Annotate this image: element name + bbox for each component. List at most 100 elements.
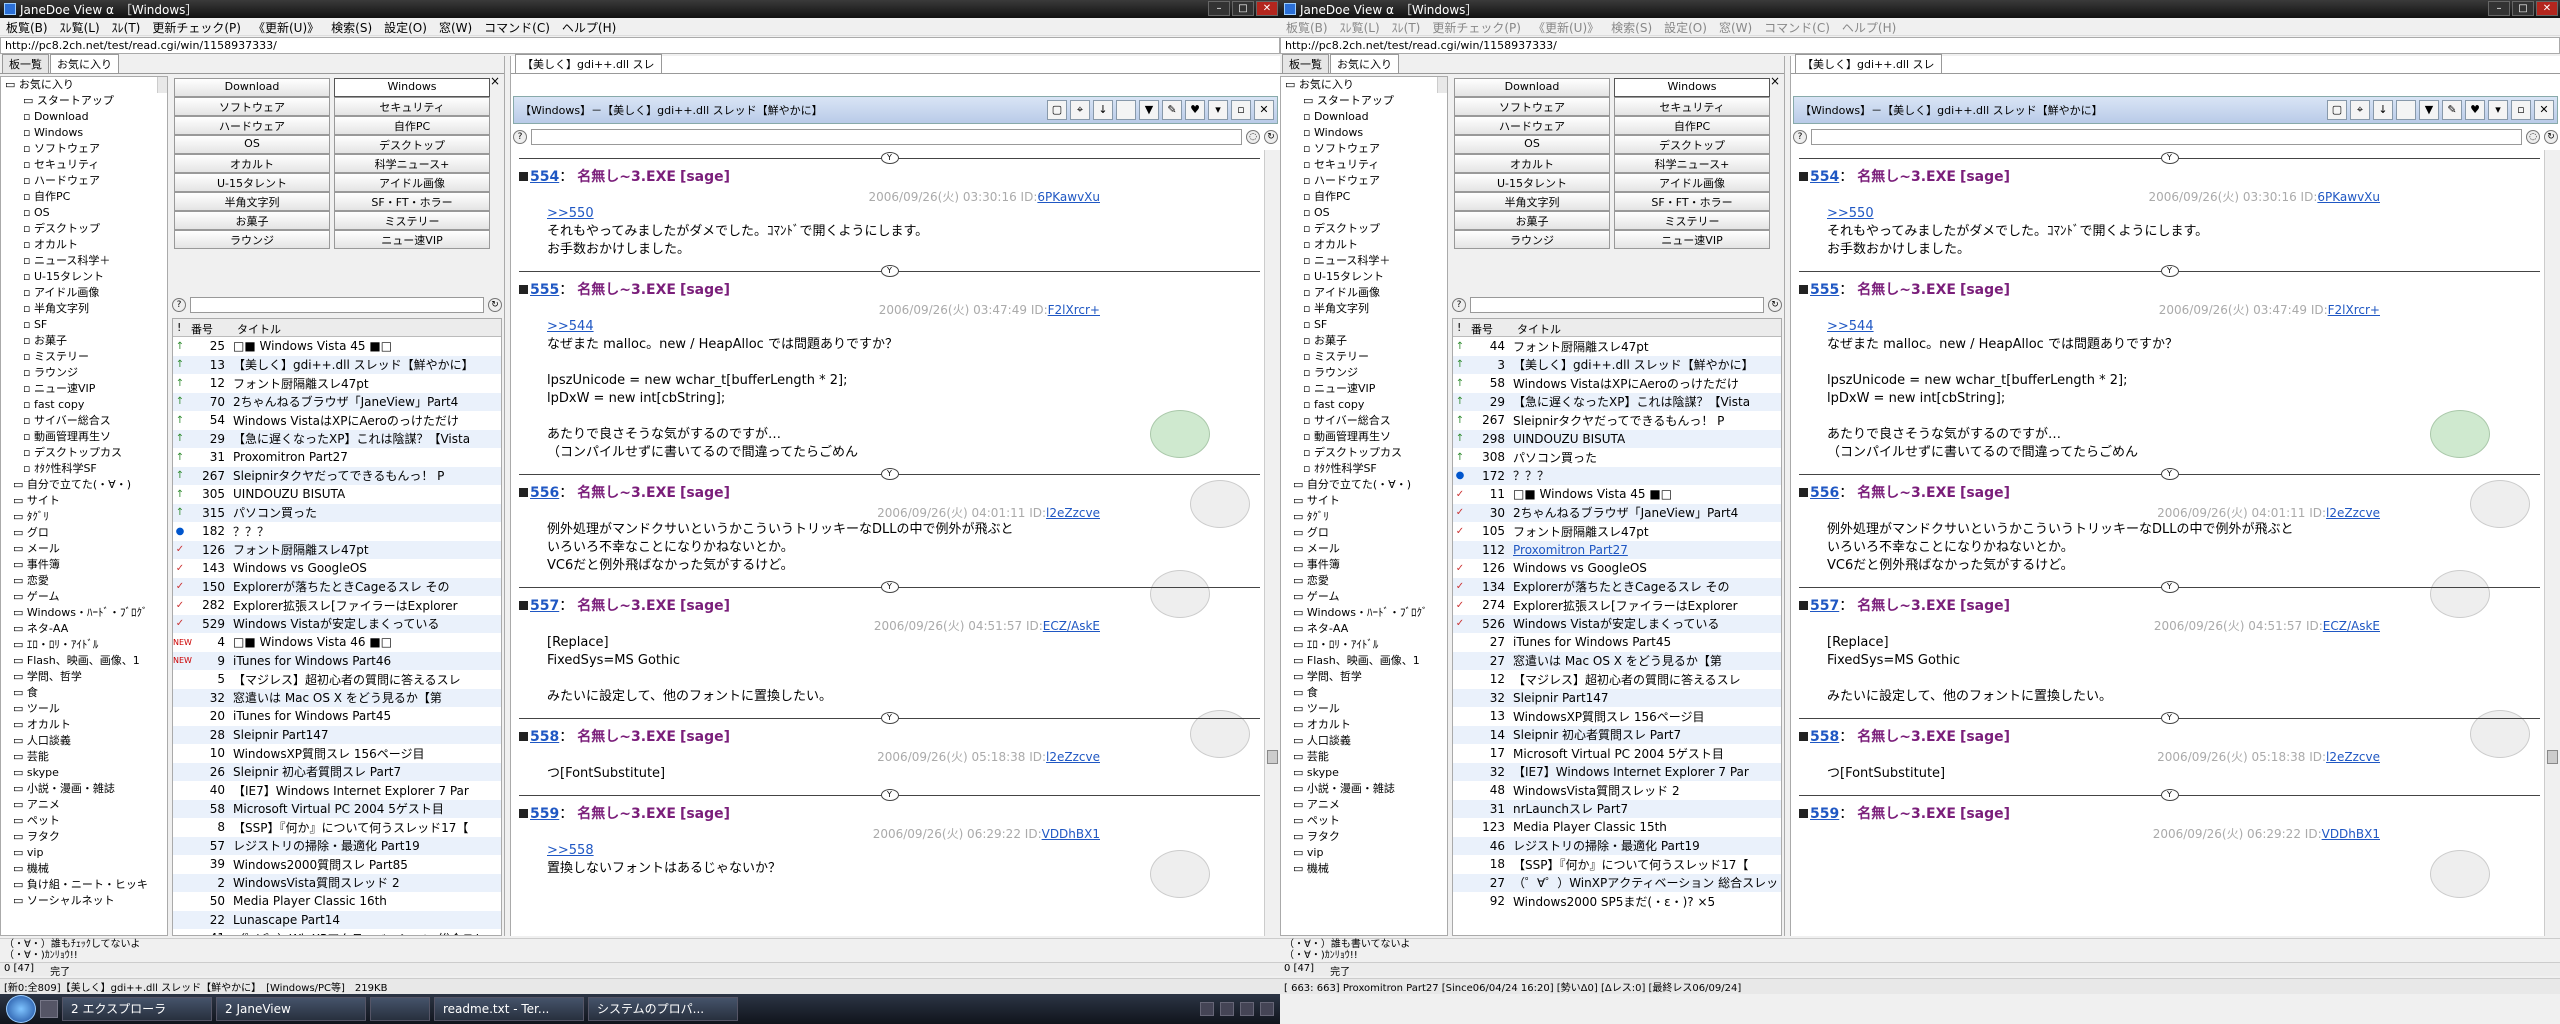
board-button[interactable]: ニュー速VIP xyxy=(1614,230,1770,249)
tree-item[interactable]: ▭ Windows・ﾊｰﾄﾞ・ﾌﾞﾛｸﾞ xyxy=(1281,605,1447,621)
anchor-link[interactable]: >>544 xyxy=(547,318,1260,336)
tree-item[interactable]: ▫ セキュリティ xyxy=(1281,157,1447,173)
tree-item[interactable]: ▫ OS xyxy=(1281,205,1447,221)
thread-tab[interactable]: 【美しく】gdi++.dll スレ xyxy=(515,54,662,73)
menu-item[interactable]: ｽﾚ(T) xyxy=(106,18,147,35)
tree-item[interactable]: ▫ サイバー総合ス xyxy=(1281,413,1447,429)
board-button[interactable]: オカルト xyxy=(1454,154,1610,173)
tree-item[interactable]: ▭ サイト xyxy=(1281,493,1447,509)
board-button[interactable]: セキュリティ xyxy=(334,97,490,116)
thread-row[interactable]: 27 iTunes for Windows Part45 xyxy=(1453,633,1781,652)
tree-item[interactable]: ▫ オカルト xyxy=(1,237,167,253)
thread-row[interactable]: ✓ 150 Explorerが落ちたときCageるスレ その xyxy=(173,577,501,596)
thread-row[interactable]: ↑ 315 パソコン買った xyxy=(173,503,501,522)
board-button[interactable]: OS xyxy=(174,135,330,154)
tree-item[interactable]: ▭ 芸能 xyxy=(1,749,167,765)
thread-row[interactable]: 50 Media Player Classic 16th xyxy=(173,892,501,911)
tree-item[interactable]: ▭ アニメ xyxy=(1281,797,1447,813)
download-icon[interactable]: ↓ xyxy=(1093,100,1113,120)
tree-item[interactable]: ▭ ツール xyxy=(1,701,167,717)
tree-item[interactable]: ▭ メール xyxy=(1281,541,1447,557)
minimize-button[interactable]: – xyxy=(1208,1,1230,16)
post-id[interactable]: l2eZzcve xyxy=(1046,750,1100,764)
close-button[interactable]: ✕ xyxy=(2536,1,2558,16)
refresh-icon[interactable]: ↻ xyxy=(2544,130,2558,144)
thread-row[interactable]: 32 【IE7】Windows Internet Explorer 7 Par xyxy=(1453,762,1781,781)
thread-row[interactable]: 17 Microsoft Virtual PC 2004 5ゲスト目 xyxy=(1453,744,1781,763)
pin-icon[interactable]: ⌖ xyxy=(2350,100,2370,120)
tree-item[interactable]: ▭ メール xyxy=(1,541,167,557)
post-number[interactable]: 557 xyxy=(1810,598,1839,614)
menu-item[interactable]: 《更新(U)》 xyxy=(1527,18,1605,35)
heart-icon[interactable]: ♥ xyxy=(2465,100,2485,120)
board-button[interactable]: オカルト xyxy=(174,154,330,173)
thread-row[interactable]: 10 WindowsXP質問スレ 156ページ目 xyxy=(173,744,501,763)
thread-tab[interactable]: 【美しく】gdi++.dll スレ xyxy=(1795,54,1942,73)
taskbar-button[interactable] xyxy=(370,997,430,1021)
tree-item[interactable]: ▫ 半角文字列 xyxy=(1281,301,1447,317)
tree-item[interactable]: ▫ 動画管理再生ソ xyxy=(1,429,167,445)
thread-row[interactable]: 57 レジストリの掃除・最適化 Part19 xyxy=(173,836,501,855)
post-filter-combo[interactable] xyxy=(531,129,1242,145)
thread-row[interactable]: ✓ 282 Explorer拡張スレ[ファイラーはExplorer xyxy=(173,596,501,615)
thread-row[interactable]: 46 レジストリの掃除・最適化 Part19 xyxy=(1453,836,1781,855)
thread-row[interactable]: NEW 4 □■ Windows Vista 46 ■□ xyxy=(173,633,501,652)
tree-item[interactable]: ▫ U-15タレント xyxy=(1,269,167,285)
thread-row[interactable]: 20 iTunes for Windows Part45 xyxy=(173,707,501,726)
tree-item[interactable]: ▫ Windows xyxy=(1281,125,1447,141)
menu-item[interactable]: ヘルプ(H) xyxy=(1836,18,1902,35)
board-button[interactable]: デスクトップ xyxy=(334,135,490,154)
restore-icon[interactable]: ▫ xyxy=(1231,100,1251,120)
scroll-thumb[interactable] xyxy=(1267,750,1278,764)
thread-row[interactable]: ✓ 274 Explorer拡張スレ[ファイラーはExplorer xyxy=(1453,596,1781,615)
tree-item[interactable]: ▭ 自分で立てた(・∀・) xyxy=(1,477,167,493)
board-button[interactable]: SF・FT・ホラー xyxy=(1614,192,1770,211)
tree-item[interactable]: ▭ vip xyxy=(1,845,167,861)
tree-item[interactable]: ▭ ツール xyxy=(1281,701,1447,717)
tree-item[interactable]: ▫ ラウンジ xyxy=(1281,365,1447,381)
pane-tab[interactable]: 板一覧 xyxy=(2,54,49,73)
tree-item[interactable]: ▭ オカルト xyxy=(1281,717,1447,733)
tree-item[interactable]: ▭ お気に入り xyxy=(1281,77,1447,93)
thread-row[interactable]: ↑ 44 フォント厨隔離スレ47pt xyxy=(1453,337,1781,356)
address-bar[interactable]: http://pc8.2ch.net/test/read.cgi/win/115… xyxy=(0,37,1280,54)
menu-item[interactable]: 窓(W) xyxy=(1713,18,1758,35)
board-button[interactable]: ソフトウェア xyxy=(1454,97,1610,116)
tree-item[interactable]: ▭ vip xyxy=(1281,845,1447,861)
post-number[interactable]: 559 xyxy=(1810,806,1839,822)
tree-item[interactable]: ▭ ｴﾛ・ﾛﾘ・ｱｲﾄﾞﾙ xyxy=(1281,637,1447,653)
menu-item[interactable]: コマンド(C) xyxy=(478,18,556,35)
board-button[interactable]: Windows xyxy=(334,78,490,97)
tree-item[interactable]: ▭ ネタ-AA xyxy=(1281,621,1447,637)
blank-icon[interactable] xyxy=(1116,100,1136,120)
menu-item[interactable]: 検索(S) xyxy=(1605,18,1658,35)
tree-item[interactable]: ▭ お気に入り xyxy=(1,77,167,93)
download-icon[interactable]: ↓ xyxy=(2373,100,2393,120)
thread-row[interactable]: ↑ 29 【急に遅くなったXP】これは陰謀？【Vista xyxy=(1453,392,1781,411)
tree-item[interactable]: ▫ セキュリティ xyxy=(1,157,167,173)
tree-scrollbar[interactable] xyxy=(1437,77,1447,93)
thread-row[interactable]: NEW 9 iTunes for Windows Part46 xyxy=(173,651,501,670)
quicklaunch-icon[interactable] xyxy=(40,1000,58,1018)
thread-scrollbar[interactable] xyxy=(2544,150,2560,936)
help-icon[interactable]: ? xyxy=(172,298,186,312)
close-button[interactable]: ✕ xyxy=(1256,1,1278,16)
tree-item[interactable]: ▫ Download xyxy=(1281,109,1447,125)
thread-row[interactable]: ● 172 ？？？ xyxy=(1453,466,1781,485)
tree-item[interactable]: ▭ 芸能 xyxy=(1281,749,1447,765)
start-button[interactable] xyxy=(6,995,36,1023)
tree-item[interactable]: ▫ ハードウェア xyxy=(1281,173,1447,189)
thread-row[interactable]: 48 WindowsVista質問スレッド 2 xyxy=(1453,781,1781,800)
board-button[interactable]: ソフトウェア xyxy=(174,97,330,116)
help-icon[interactable]: ? xyxy=(1793,130,1807,144)
stop-icon[interactable]: ◌ xyxy=(2526,130,2540,144)
tree-item[interactable]: ▭ 負け組・ニート・ヒッキ xyxy=(1,877,167,893)
post-id[interactable]: VDDhBX1 xyxy=(1042,827,1100,841)
column-header[interactable]: ! xyxy=(1453,319,1467,336)
post-id[interactable]: l2eZzcve xyxy=(1046,506,1100,520)
tree-item[interactable]: ▭ 機械 xyxy=(1,861,167,877)
board-button[interactable]: 自作PC xyxy=(1614,116,1770,135)
board-button[interactable]: ラウンジ xyxy=(1454,230,1610,249)
tree-item[interactable]: ▫ Download xyxy=(1,109,167,125)
pen-icon[interactable]: ✎ xyxy=(2442,100,2462,120)
